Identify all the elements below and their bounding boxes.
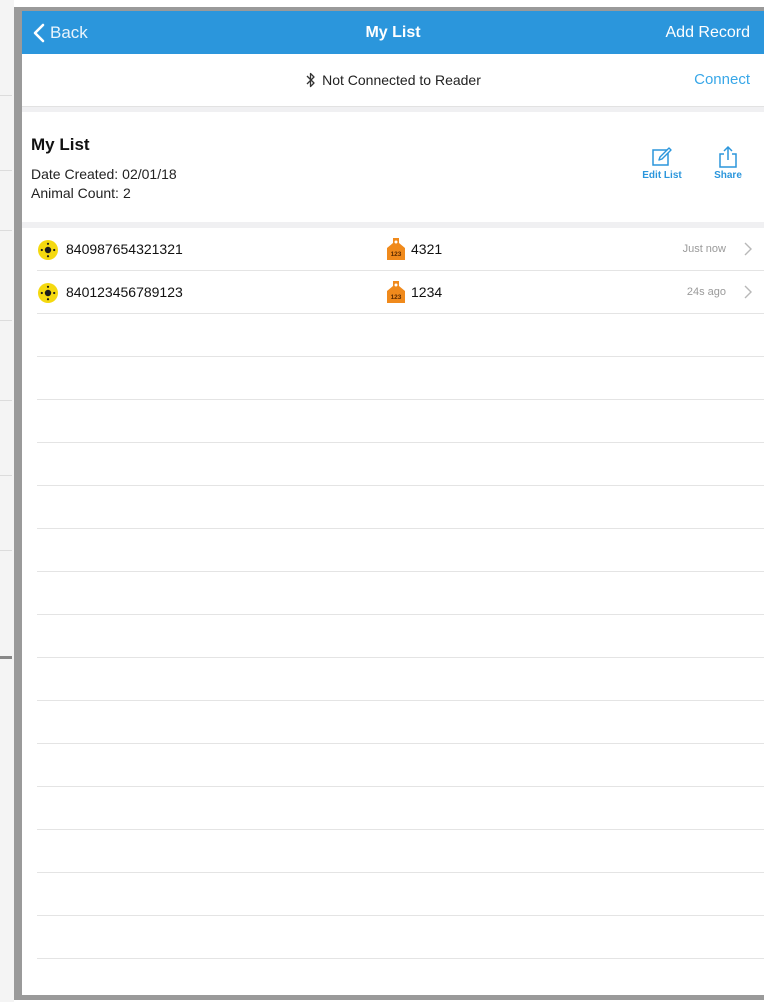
- eid-number: 840123456789123: [66, 284, 183, 300]
- chevron-left-icon: [33, 23, 45, 42]
- edit-list-label: Edit List: [642, 170, 682, 181]
- chevron-right-icon: [744, 285, 752, 299]
- background-divider: [0, 95, 12, 96]
- connection-status-label: Not Connected to Reader: [322, 72, 481, 88]
- empty-row-divider: [37, 743, 764, 744]
- share-button[interactable]: Share: [700, 145, 756, 181]
- list-name: My List: [31, 135, 90, 154]
- empty-row-divider: [37, 915, 764, 916]
- animal-count-value: 2: [122, 185, 131, 201]
- record-list: 840987654321321 123 4321 Just now 840123…: [22, 228, 764, 995]
- date-created-label: Date Created:: [31, 166, 119, 182]
- record-time: Just now: [682, 243, 726, 255]
- record-time: 24s ago: [686, 286, 726, 298]
- eid-number: 840987654321321: [66, 241, 183, 257]
- empty-row-divider: [37, 528, 764, 529]
- empty-row-divider: [37, 485, 764, 486]
- eid-tag-icon: [38, 240, 58, 260]
- eid-tag-icon: [38, 283, 58, 303]
- edit-icon: [652, 147, 672, 166]
- visual-tag-badge: 123: [391, 294, 402, 301]
- list-header: My List Date Created: 02/01/18 Animal Cou…: [22, 112, 764, 222]
- animal-count-label: Animal Count:: [31, 185, 119, 201]
- edit-list-button[interactable]: Edit List: [634, 145, 690, 181]
- background-window: [0, 0, 14, 1002]
- empty-row-divider: [37, 442, 764, 443]
- empty-row-divider: [37, 700, 764, 701]
- background-divider: [0, 170, 12, 171]
- empty-row-divider: [37, 872, 764, 873]
- record-row[interactable]: 840123456789123 123 1234 24s ago: [37, 271, 764, 314]
- visual-tag-icon: 123: [387, 238, 405, 260]
- date-created: Date Created: 02/01/18: [31, 166, 177, 182]
- add-record-button[interactable]: Add Record: [666, 11, 751, 54]
- connect-button[interactable]: Connect: [694, 54, 750, 106]
- empty-row-divider: [37, 958, 764, 959]
- background-divider: [0, 656, 12, 659]
- share-icon: [719, 145, 737, 168]
- empty-row-divider: [37, 657, 764, 658]
- background-divider: [0, 400, 12, 401]
- reader-connection-bar: Not Connected to Reader Connect: [22, 54, 764, 107]
- record-row[interactable]: 840987654321321 123 4321 Just now: [37, 228, 764, 271]
- background-divider: [0, 230, 12, 231]
- visual-tag-badge: 123: [391, 251, 402, 258]
- empty-row-divider: [37, 614, 764, 615]
- visual-tag-icon: 123: [387, 281, 405, 303]
- empty-row-divider: [37, 356, 764, 357]
- animal-count: Animal Count: 2: [31, 185, 131, 201]
- share-label: Share: [714, 170, 742, 181]
- page-title: My List: [365, 24, 421, 41]
- date-created-value: 02/01/18: [122, 166, 177, 182]
- app-screen: Back My List Add Record Not Connected to…: [22, 11, 764, 995]
- bluetooth-icon: [306, 72, 315, 88]
- background-divider: [0, 550, 12, 551]
- background-divider: [0, 475, 12, 476]
- device-frame: Back My List Add Record Not Connected to…: [14, 7, 764, 1000]
- connection-status: Not Connected to Reader: [22, 54, 764, 106]
- empty-row-divider: [37, 786, 764, 787]
- back-label: Back: [50, 22, 88, 42]
- empty-row-divider: [37, 399, 764, 400]
- visual-tag-number: 4321: [411, 241, 443, 257]
- visual-tag-number: 1234: [411, 284, 443, 300]
- navigation-bar: Back My List Add Record: [22, 11, 764, 54]
- chevron-right-icon: [744, 242, 752, 256]
- empty-row-divider: [37, 571, 764, 572]
- background-divider: [0, 320, 12, 321]
- back-button[interactable]: Back: [30, 11, 88, 54]
- empty-row-divider: [37, 829, 764, 830]
